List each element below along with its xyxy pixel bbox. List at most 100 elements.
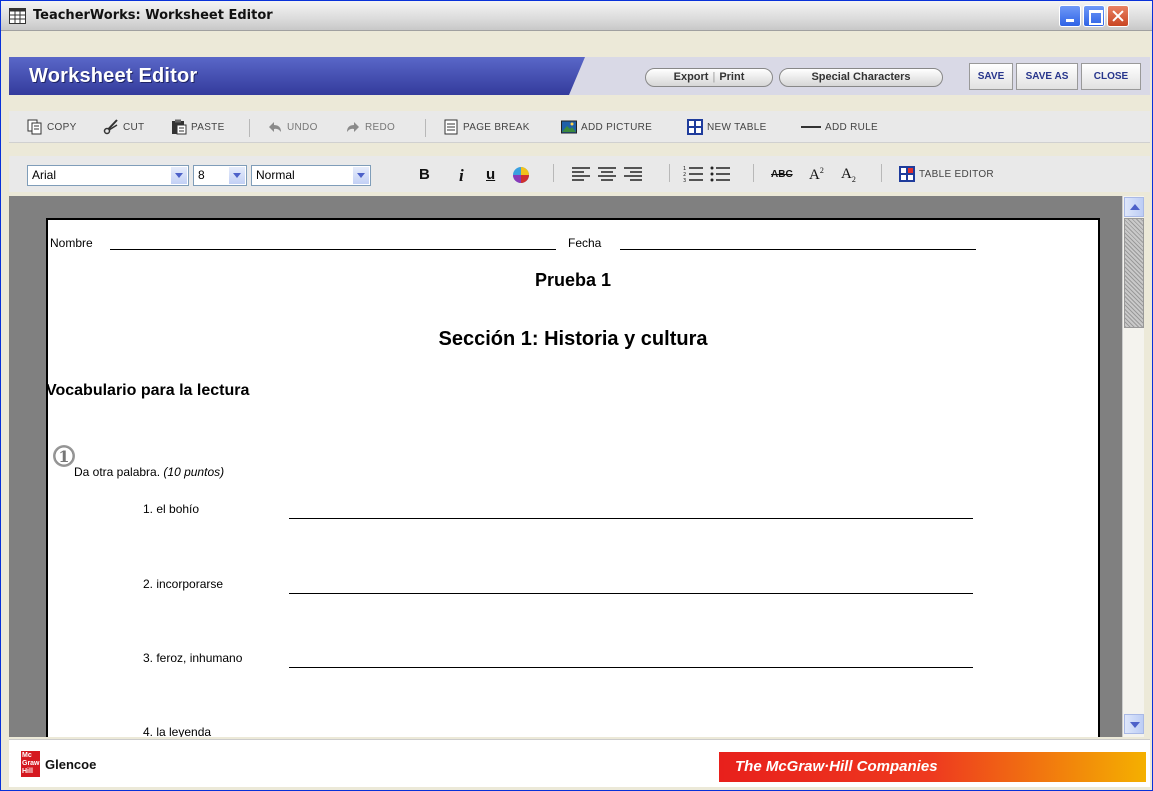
toolbar-divider: [881, 164, 882, 182]
cut-button[interactable]: CUT: [103, 119, 144, 135]
superscript-label: A: [809, 167, 820, 183]
page-break-label: PAGE BREAK: [463, 121, 530, 133]
save-as-button[interactable]: SAVE AS: [1016, 63, 1078, 90]
table-editor-icon: [899, 166, 915, 182]
header-actions: Export | Print Special Characters SAVE SAV…: [569, 57, 1150, 95]
align-left-icon[interactable]: [572, 167, 590, 181]
redo-icon: [347, 122, 359, 132]
special-characters-button[interactable]: Special Characters: [779, 68, 943, 87]
strikethrough-button[interactable]: ABC: [771, 169, 793, 180]
toolbar-divider: [753, 164, 754, 182]
undo-label: UNDO: [287, 121, 318, 133]
item-3: 3. feroz, inhumano: [143, 651, 243, 665]
color-wheel-icon[interactable]: [512, 166, 530, 184]
bold-button[interactable]: B: [419, 166, 430, 183]
item-1: 1. el bohío: [143, 502, 200, 516]
scroll-down-icon[interactable]: [1124, 714, 1144, 734]
font-select[interactable]: Arial: [27, 165, 189, 186]
scissors-icon: [103, 119, 118, 135]
undo-button[interactable]: UNDO: [267, 119, 318, 135]
add-picture-button[interactable]: ADD PICTURE: [561, 119, 652, 135]
app-window: TeacherWorks: Worksheet Editor Worksheet…: [0, 0, 1153, 791]
chevron-down-icon: [171, 167, 187, 184]
numbered-list-icon[interactable]: 123: [683, 165, 703, 183]
table-editor-label: TABLE EDITOR: [919, 168, 994, 180]
answer-line-3[interactable]: [289, 667, 973, 668]
chevron-down-icon: [353, 167, 369, 184]
table-icon: [9, 8, 26, 24]
align-right-icon[interactable]: [624, 167, 642, 181]
add-rule-button[interactable]: ADD RULE: [801, 119, 878, 135]
new-table-button[interactable]: NEW TABLE: [687, 119, 767, 135]
document-area: Nombre Fecha Prueba 1 Sección 1: Histori…: [9, 196, 1122, 737]
toolbar-divider: [425, 119, 426, 137]
close-button[interactable]: CLOSE: [1081, 63, 1141, 90]
minimize-button[interactable]: [1059, 5, 1081, 27]
answer-line-1[interactable]: [289, 518, 973, 519]
scroll-up-icon[interactable]: [1124, 197, 1144, 217]
section-title: Sección 1: Historia y cultura: [438, 328, 708, 350]
font-size-value: 8: [198, 168, 205, 182]
title-bar: TeacherWorks: Worksheet Editor: [1, 1, 1152, 31]
format-toolbar: Arial 8 Normal B i u 123 ABC A2 A2 TABLE…: [9, 156, 1150, 192]
date-line: [620, 249, 976, 250]
instruction-text: Da otra palabra.: [74, 465, 161, 479]
name-label: Nombre: [50, 236, 93, 250]
redo-label: REDO: [365, 121, 396, 133]
editor-header: Worksheet Editor Export | Print Special Ch…: [9, 57, 1150, 95]
instruction: Da otra palabra. (10 puntos): [74, 465, 224, 479]
align-center-icon[interactable]: [598, 167, 616, 181]
glencoe-brand: Glencoe: [45, 757, 97, 772]
date-label: Fecha: [568, 236, 602, 250]
subscript-button[interactable]: A2: [841, 166, 856, 184]
copy-button[interactable]: COPY: [27, 119, 77, 135]
maximize-button[interactable]: [1083, 5, 1105, 27]
underline-button[interactable]: u: [486, 166, 495, 183]
bulleted-list-icon[interactable]: [710, 165, 730, 183]
rule-icon: [801, 126, 821, 128]
toolbar-divider: [669, 164, 670, 182]
picture-icon: [561, 120, 577, 134]
save-button[interactable]: SAVE: [969, 63, 1013, 90]
copy-label: COPY: [47, 121, 77, 133]
add-picture-label: ADD PICTURE: [581, 121, 653, 133]
redo-button[interactable]: REDO: [345, 119, 395, 135]
svg-text:3: 3: [683, 178, 686, 183]
page-break-button[interactable]: PAGE BREAK: [443, 119, 530, 135]
toolbar-divider: [249, 119, 250, 137]
add-rule-label: ADD RULE: [825, 121, 878, 133]
worksheet-page[interactable]: Nombre Fecha Prueba 1 Sección 1: Histori…: [46, 218, 1100, 737]
font-size-select[interactable]: 8: [193, 165, 247, 186]
exercise-number: 1: [58, 447, 69, 466]
answer-line-2[interactable]: [289, 593, 973, 594]
copy-icon: [27, 119, 42, 135]
font-value: Arial: [32, 168, 57, 182]
window-title: TeacherWorks: Worksheet Editor: [33, 8, 273, 23]
close-window-button[interactable]: [1107, 5, 1129, 27]
export-button[interactable]: Export: [674, 71, 709, 83]
toolbar-divider: [553, 164, 554, 182]
vertical-scrollbar[interactable]: [1122, 196, 1144, 737]
undo-icon: [269, 122, 281, 132]
paste-button[interactable]: PASTE: [171, 119, 225, 135]
chevron-down-icon: [229, 167, 245, 184]
paste-label: PASTE: [191, 121, 225, 133]
name-line: [110, 249, 556, 250]
print-button[interactable]: Print: [719, 71, 744, 83]
points-text: (10 puntos): [163, 465, 225, 479]
clipboard-icon: [172, 119, 187, 135]
table-editor-button[interactable]: TABLE EDITOR: [899, 166, 994, 182]
subheading: Vocabulario para la lectura: [46, 382, 250, 399]
new-table-label: NEW TABLE: [707, 121, 767, 133]
italic-button[interactable]: i: [459, 166, 464, 186]
mcgraw-hill-logo: Mc Graw Hill: [21, 751, 40, 777]
scroll-thumb[interactable]: [1124, 218, 1144, 328]
mcgraw-hill-banner: The McGraw·Hill Companies: [719, 752, 1146, 782]
app-title: Worksheet Editor: [29, 65, 198, 87]
paragraph-style-select[interactable]: Normal: [251, 165, 371, 186]
footer: Mc Graw Hill Glencoe The McGraw·Hill Com…: [9, 739, 1150, 787]
paragraph-style-value: Normal: [256, 168, 295, 182]
item-2: 2. incorporarse: [143, 577, 224, 591]
superscript-button[interactable]: A2: [809, 166, 824, 184]
export-print-pill: Export | Print: [645, 68, 773, 87]
